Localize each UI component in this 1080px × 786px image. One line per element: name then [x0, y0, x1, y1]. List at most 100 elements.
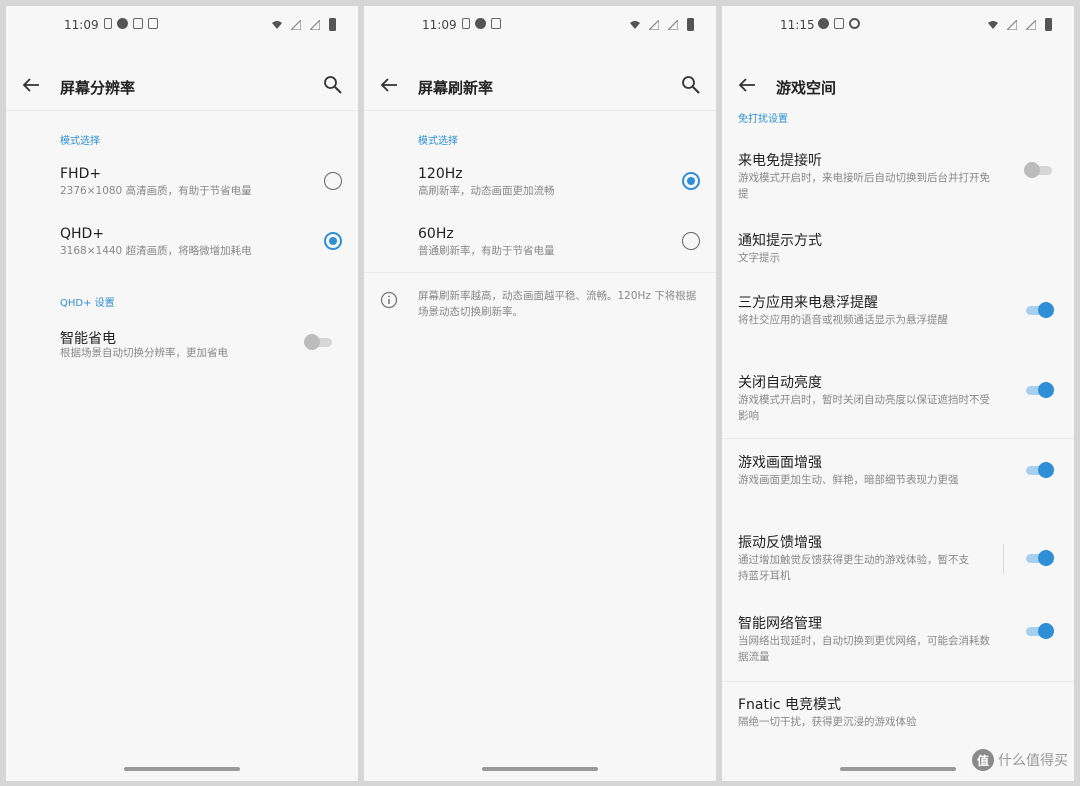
copy-icon: [834, 18, 844, 29]
row-title: 振动反馈增强: [738, 535, 822, 551]
status-time: 11:09: [64, 18, 99, 32]
row-title: 三方应用来电悬浮提醒: [738, 295, 878, 311]
smart-network-toggle[interactable]: [1024, 623, 1054, 639]
row-subtitle: 游戏模式开启时，来电接听后自动切换到后台并打开免提: [738, 172, 990, 200]
60hz-radio[interactable]: [682, 232, 700, 250]
row-subtitle: 隔绝一切干扰，获得更沉浸的游戏体验: [738, 716, 917, 728]
option-title: FHD+: [60, 166, 102, 182]
setting-row-fnatic-mode[interactable]: Fnatic 电竞模式 隔绝一切干扰，获得更沉浸的游戏体验: [722, 692, 1074, 742]
option-subtitle: 3168×1440 超清画质，将略微增加耗电: [60, 245, 252, 257]
status-bar: 11:09: [6, 6, 358, 42]
status-bar: 11:09: [364, 6, 716, 42]
screen-resolution-panel: 11:09 屏幕分辨率 模式选择 FHD+ 2376×1080 高清画质，有助于…: [6, 6, 358, 781]
setting-row-smart-network[interactable]: 智能网络管理 当网络出现延时，自动切换到更优网络，可能会消耗数据流量: [722, 611, 1074, 677]
gesture-bar[interactable]: [482, 767, 598, 771]
haptic-enhance-toggle[interactable]: [1024, 550, 1054, 566]
smart-power-toggle[interactable]: [304, 334, 334, 350]
status-time: 11:15: [780, 18, 815, 32]
page-title: 屏幕分辨率: [60, 79, 136, 97]
120hz-radio[interactable]: [682, 172, 700, 190]
divider: [722, 438, 1074, 439]
watermark: 值 什么值得买: [972, 749, 1068, 771]
row-subtitle: 将社交应用的语音或视频通话显示为悬浮提醒: [738, 314, 948, 326]
search-icon[interactable]: [680, 74, 702, 96]
chat-icon: [818, 18, 829, 29]
signal-icon-2: [1026, 19, 1036, 30]
option-qhd[interactable]: QHD+ 3168×1440 超清画质，将略微增加耗电: [6, 218, 358, 276]
signal-icon-2: [668, 19, 678, 30]
row-subtitle: 通过增加触觉反馈获得更生动的游戏体验，暂不支持蓝牙耳机: [738, 554, 969, 582]
setting-row-image-enhance[interactable]: 游戏画面增强 游戏画面更加生动、鲜艳，暗部细节表现力更强: [722, 450, 1074, 516]
section-label-dnd: 免打扰设置: [738, 114, 788, 125]
battery-saver-icon: [462, 18, 470, 29]
signal-icon: [649, 19, 659, 30]
smart-power-saving-row[interactable]: 智能省电 根据场景自动切换分辨率，更加省电: [6, 320, 358, 378]
search-icon[interactable]: [322, 74, 344, 96]
page-title: 屏幕刷新率: [418, 79, 494, 97]
image-enhance-toggle[interactable]: [1024, 462, 1054, 478]
battery-icon: [329, 18, 336, 31]
option-60hz[interactable]: 60Hz 普通刷新率，有助于节省电量: [364, 218, 716, 276]
row-title: 游戏画面增强: [738, 455, 822, 471]
qhd-radio[interactable]: [324, 232, 342, 250]
setting-row-call-float[interactable]: 三方应用来电悬浮提醒 将社交应用的语音或视频通话显示为悬浮提醒: [722, 290, 1074, 356]
row-subtitle: 根据场景自动切换分辨率，更加省电: [60, 347, 228, 359]
divider: [364, 272, 716, 273]
info-text: 屏幕刷新率越高，动态画面越平稳、流畅。120Hz 下将根据场景动态切换刷新率。: [418, 290, 697, 318]
row-title: 通知提示方式: [738, 233, 822, 249]
status-time: 11:09: [422, 18, 457, 32]
row-title: 来电免提接听: [738, 153, 822, 169]
fhd-radio[interactable]: [324, 172, 342, 190]
page-title: 游戏空间: [776, 79, 837, 97]
separator: [1003, 544, 1004, 574]
option-title: 120Hz: [418, 166, 463, 182]
row-title: Fnatic 电竞模式: [738, 697, 842, 713]
option-fhd[interactable]: FHD+ 2376×1080 高清画质，有助于节省电量: [6, 158, 358, 216]
copy-icon: [491, 18, 501, 29]
back-arrow-icon[interactable]: [736, 74, 758, 96]
setting-row-call-handsfree[interactable]: 来电免提接听 游戏模式开启时，来电接听后自动切换到后台并打开免提: [722, 148, 1074, 218]
battery-saver-icon: [104, 18, 112, 29]
watermark-logo-icon: 值: [972, 749, 994, 771]
wifi-icon: [630, 20, 640, 29]
back-arrow-icon[interactable]: [378, 74, 400, 96]
section-label-mode: 模式选择: [60, 136, 100, 147]
app-bar: 屏幕分辨率: [6, 62, 358, 112]
option-120hz[interactable]: 120Hz 高刷新率，动态画面更加流畅: [364, 158, 716, 216]
image-icon: [133, 18, 143, 29]
watermark-text: 什么值得买: [998, 753, 1068, 769]
call-float-toggle[interactable]: [1024, 302, 1054, 318]
option-title: 60Hz: [418, 226, 454, 242]
status-bar: 11:15: [722, 6, 1074, 42]
divider: [722, 681, 1074, 682]
row-subtitle: 游戏画面更加生动、鲜艳，暗部细节表现力更强: [738, 474, 959, 486]
row-subtitle: 文字提示: [738, 252, 780, 264]
wifi-icon: [272, 20, 282, 29]
row-title: 智能网络管理: [738, 616, 822, 632]
battery-icon: [687, 18, 694, 31]
setting-row-haptic-enhance[interactable]: 振动反馈增强 通过增加触觉反馈获得更生动的游戏体验，暂不支持蓝牙耳机: [722, 530, 1074, 596]
battery-icon: [1045, 18, 1052, 31]
setting-row-auto-brightness[interactable]: 关闭自动亮度 游戏模式开启时，暂时关闭自动亮度以保证遮挡时不受影响: [722, 370, 1074, 436]
chat-icon: [117, 18, 128, 29]
gesture-bar[interactable]: [840, 767, 956, 771]
game-space-panel: 11:15 游戏空间 免打扰设置 来电免提接听 游戏模式开启时，来电接听后自动切…: [722, 6, 1074, 781]
gesture-bar[interactable]: [124, 767, 240, 771]
call-handsfree-toggle[interactable]: [1024, 162, 1054, 178]
row-subtitle: 当网络出现延时，自动切换到更优网络，可能会消耗数据流量: [738, 635, 990, 663]
auto-brightness-toggle[interactable]: [1024, 382, 1054, 398]
app-bar: 屏幕刷新率: [364, 62, 716, 112]
option-subtitle: 2376×1080 高清画质，有助于节省电量: [60, 185, 252, 197]
refresh-rate-panel: 11:09 屏幕刷新率 模式选择 120Hz 高刷新率，动态画面更加流畅 60H…: [364, 6, 716, 781]
record-icon: [849, 18, 860, 29]
copy-icon: [148, 18, 158, 29]
option-title: QHD+: [60, 226, 105, 242]
signal-icon-2: [310, 19, 320, 30]
row-subtitle: 游戏模式开启时，暂时关闭自动亮度以保证遮挡时不受影响: [738, 394, 990, 422]
back-arrow-icon[interactable]: [20, 74, 42, 96]
info-icon: [380, 291, 398, 309]
setting-row-notification-style[interactable]: 通知提示方式 文字提示: [722, 228, 1074, 282]
section-label-mode: 模式选择: [418, 136, 458, 147]
divider: [364, 110, 716, 111]
signal-icon: [291, 19, 301, 30]
